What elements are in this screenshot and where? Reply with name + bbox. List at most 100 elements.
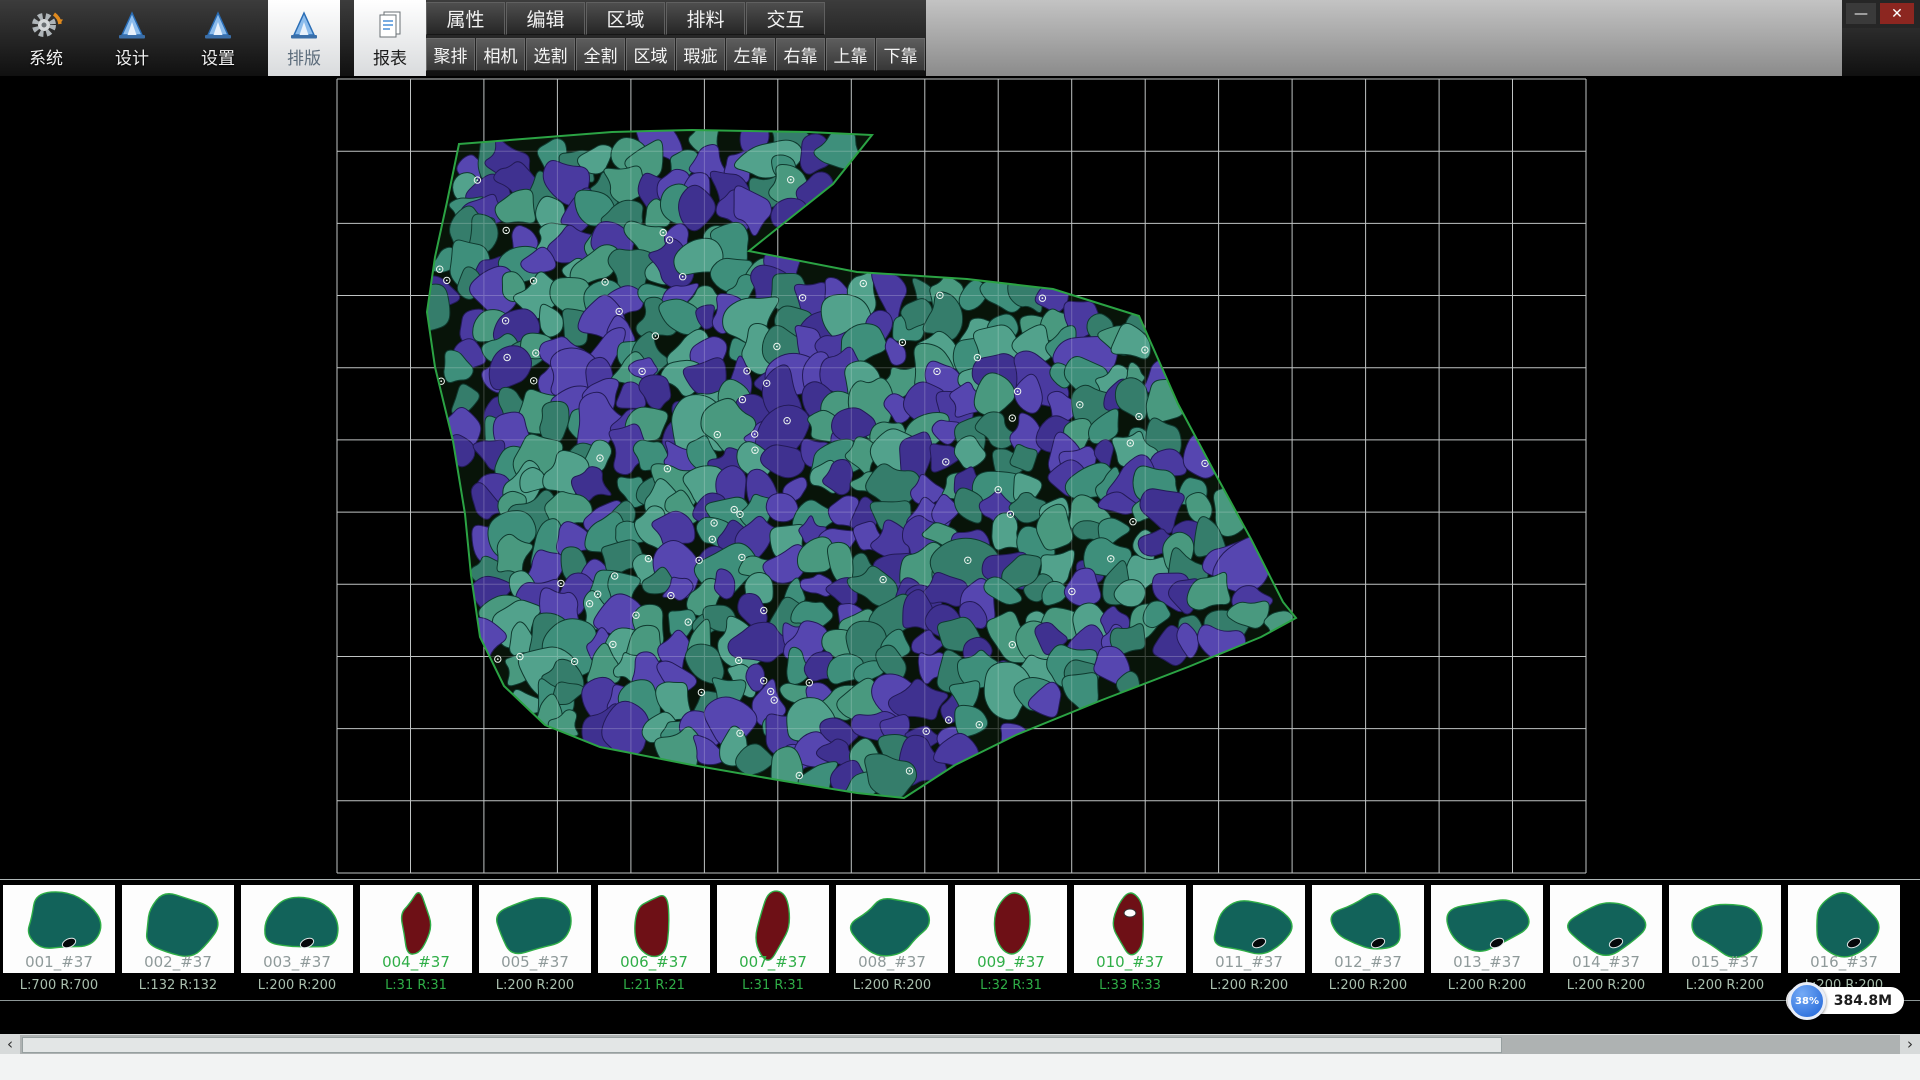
part-tile[interactable]: 002_#37L:132 R:132: [122, 885, 234, 1000]
app-tab-layout[interactable]: 排版: [268, 0, 340, 76]
part-name: 003_#37: [241, 953, 353, 971]
report-icon: [373, 7, 407, 41]
close-button[interactable]: ✕: [1880, 3, 1914, 24]
menu-region[interactable]: 区域: [586, 2, 665, 35]
part-name: 011_#37: [1193, 953, 1305, 971]
part-name: 002_#37: [122, 953, 234, 971]
part-tile[interactable]: 010_#37L:33 R:33: [1074, 885, 1186, 1000]
part-name: 016_#37: [1788, 953, 1900, 971]
menu-properties[interactable]: 属性: [426, 2, 505, 35]
part-name: 015_#37: [1669, 953, 1781, 971]
part-thumbnail: 014_#37: [1550, 885, 1662, 973]
tool-align-right[interactable]: 右靠: [776, 38, 825, 71]
part-tile[interactable]: 006_#37 L:21 R:21: [598, 885, 710, 1000]
part-tile[interactable]: 013_#37L:200 R:200: [1431, 885, 1543, 1000]
part-name: 014_#37: [1550, 953, 1662, 971]
part-quantities: L:700 R:700: [3, 973, 115, 997]
part-quantities: L:200 R:200: [1431, 973, 1543, 997]
menu-nesting[interactable]: 排料: [666, 2, 745, 35]
app-tab-design[interactable]: 设计: [96, 0, 168, 76]
scroll-left-button[interactable]: ‹: [0, 1035, 20, 1055]
app-tab-report[interactable]: 报表: [354, 0, 426, 76]
progress-badge: 38%: [1788, 982, 1826, 1020]
part-quantities: L:200 R:200: [1193, 973, 1305, 997]
part-tile[interactable]: 011_#37 L:200 R:200: [1193, 885, 1305, 1000]
part-quantities: L:200 R:200: [1669, 973, 1781, 997]
part-quantities: L:200 R:200: [1312, 973, 1424, 997]
part-name: 010_#37: [1074, 953, 1186, 971]
part-thumbnail: 009_#37: [955, 885, 1067, 973]
part-tile[interactable]: 001_#37 L:700 R:700: [3, 885, 115, 1000]
tool-select-cut[interactable]: 选割: [526, 38, 575, 71]
part-name: 004_#37: [360, 953, 472, 971]
memory-value: 384.8M: [1834, 993, 1892, 1009]
hide-nesting-view[interactable]: [0, 76, 1920, 879]
part-name: 001_#37: [3, 953, 115, 971]
part-tile[interactable]: 004_#37 L:31 R:31: [360, 885, 472, 1000]
part-name: 006_#37: [598, 953, 710, 971]
titlebar: 系统设计设置排版报表 属性编辑区域排料交互 聚排相机选割全割区域瑕疵左靠右靠上靠…: [0, 0, 1920, 76]
part-tile[interactable]: 012_#37 L:200 R:200: [1312, 885, 1424, 1000]
app-tab-label: 设置: [201, 44, 235, 69]
part-quantities: L:200 R:200: [241, 973, 353, 997]
part-thumbnail: 010_#37: [1074, 885, 1186, 973]
tool-region[interactable]: 区域: [626, 38, 675, 71]
titlebar-spacer: [926, 0, 1842, 76]
window-controls: — ✕: [1842, 0, 1920, 28]
part-tile[interactable]: 014_#37 L:200 R:200: [1550, 885, 1662, 1000]
set-square-icon: [287, 7, 321, 41]
ribbon-block: 属性编辑区域排料交互 聚排相机选割全割区域瑕疵左靠右靠上靠下靠: [426, 0, 926, 76]
tool-align-down[interactable]: 下靠: [876, 38, 925, 71]
parts-strip: 001_#37L:700 R:700002_#37L:132 R:132003_…: [0, 879, 1920, 1001]
app-tab-label: 报表: [373, 44, 407, 69]
scroll-right-button[interactable]: ›: [1900, 1035, 1920, 1055]
part-quantities: L:21 R:21: [598, 973, 710, 997]
menu-interact[interactable]: 交互: [746, 2, 825, 35]
part-thumbnail: 001_#37: [3, 885, 115, 973]
tool-row: 聚排相机选割全割区域瑕疵左靠右靠上靠下靠: [426, 38, 926, 74]
part-name: 012_#37: [1312, 953, 1424, 971]
part-quantities: L:200 R:200: [836, 973, 948, 997]
nesting-canvas[interactable]: [0, 76, 1920, 879]
tool-cluster-nest[interactable]: 聚排: [426, 38, 475, 71]
set-square-icon: [115, 7, 149, 41]
part-name: 009_#37: [955, 953, 1067, 971]
menu-edit[interactable]: 编辑: [506, 2, 585, 35]
horizontal-scrollbar[interactable]: ‹ ›: [0, 1034, 1920, 1054]
part-tile[interactable]: 007_#37L:31 R:31: [717, 885, 829, 1000]
part-quantities: L:200 R:200: [1550, 973, 1662, 997]
tool-defect[interactable]: 瑕疵: [676, 38, 725, 71]
part-name: 005_#37: [479, 953, 591, 971]
part-thumbnail: 016_#37: [1788, 885, 1900, 973]
minimize-button[interactable]: —: [1846, 3, 1876, 24]
scrollbar-thumb[interactable]: [22, 1037, 1502, 1053]
part-thumbnail: 002_#37: [122, 885, 234, 973]
app-tab-label: 排版: [287, 44, 321, 69]
part-thumbnail: 013_#37: [1431, 885, 1543, 973]
gear-icon: [29, 7, 63, 41]
part-quantities: L:200 R:200: [479, 973, 591, 997]
tool-cut-all[interactable]: 全割: [576, 38, 625, 71]
menu-row: 属性编辑区域排料交互: [426, 0, 926, 38]
app-tab-label: 设计: [115, 44, 149, 69]
part-thumbnail: 012_#37: [1312, 885, 1424, 973]
part-quantities: L:31 R:31: [360, 973, 472, 997]
part-thumbnail: 003_#37: [241, 885, 353, 973]
part-thumbnail: 007_#37: [717, 885, 829, 973]
tool-align-up[interactable]: 上靠: [826, 38, 875, 71]
app-tab-bar: 系统 设计 设置 排版 报表: [0, 0, 426, 76]
part-thumbnail: 011_#37: [1193, 885, 1305, 973]
part-tile[interactable]: 003_#37 L:200 R:200: [241, 885, 353, 1000]
part-tile[interactable]: 008_#37 L:200 R:200: [836, 885, 948, 1000]
app-tab-settings[interactable]: 设置: [182, 0, 254, 76]
part-tile[interactable]: 005_#37 L:200 R:200: [479, 885, 591, 1000]
part-thumbnail: 008_#37: [836, 885, 948, 973]
tool-camera[interactable]: 相机: [476, 38, 525, 71]
part-tile[interactable]: 015_#37 L:200 R:200: [1669, 885, 1781, 1000]
part-tile[interactable]: 009_#37L:32 R:31: [955, 885, 1067, 1000]
app-tab-system[interactable]: 系统: [10, 0, 82, 76]
tool-align-left[interactable]: 左靠: [726, 38, 775, 71]
part-name: 008_#37: [836, 953, 948, 971]
set-square-icon: [201, 7, 235, 41]
app-tab-label: 系统: [29, 44, 63, 69]
